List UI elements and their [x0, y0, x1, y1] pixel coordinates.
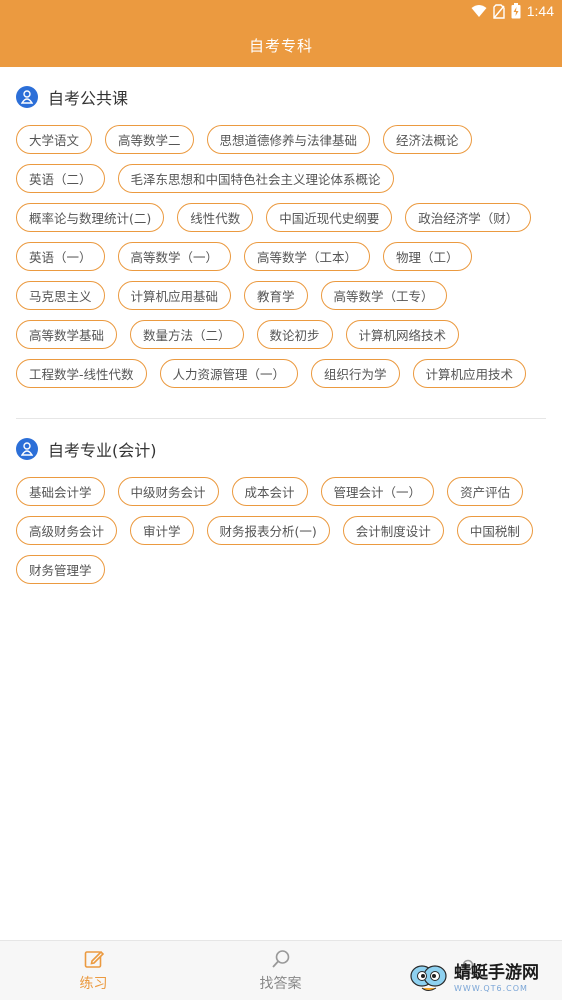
course-tag[interactable]: 概率论与数理统计(二)	[16, 203, 165, 232]
course-tag[interactable]: 英语（二）	[16, 164, 105, 193]
section-title: 自考专业(会计)	[48, 441, 157, 460]
nav-find-answer[interactable]: 找答案	[187, 941, 374, 1000]
course-tag[interactable]: 计算机应用基础	[117, 281, 232, 310]
course-tag[interactable]: 审计学	[130, 516, 194, 545]
section-title: 自考公共课	[48, 89, 129, 108]
course-tag[interactable]: 大学语文	[16, 125, 93, 154]
course-tag[interactable]: 高等数学二	[105, 125, 194, 154]
tag-list: 大学语文 高等数学二 思想道德修养与法律基础 经济法概论 英语（二） 毛泽东思想…	[16, 125, 546, 388]
course-tag[interactable]: 管理会计（一）	[320, 477, 435, 506]
course-tag[interactable]: 英语（一）	[16, 242, 105, 271]
course-tag[interactable]: 毛泽东思想和中国特色社会主义理论体系概论	[117, 164, 394, 193]
course-tag[interactable]: 计算机网络技术	[345, 320, 460, 349]
wifi-icon	[471, 5, 487, 17]
course-tag[interactable]: 会计制度设计	[342, 516, 444, 545]
course-tag[interactable]: 数量方法（二）	[130, 320, 244, 349]
course-tag[interactable]: 马克思主义	[16, 281, 105, 310]
status-time: 1:44	[526, 3, 554, 19]
course-tag[interactable]: 经济法概论	[383, 125, 472, 154]
watermark-url: WWW.QT6.COM	[454, 984, 528, 993]
course-tag[interactable]: 高等数学（一）	[117, 242, 232, 271]
course-tag[interactable]: 资产评估	[447, 477, 524, 506]
section-header: 自考专业(会计)	[16, 419, 546, 477]
course-tag[interactable]: 计算机应用技术	[412, 359, 527, 388]
course-tag[interactable]: 高等数学（工本）	[244, 242, 371, 271]
course-tag[interactable]: 组织行为学	[311, 359, 400, 388]
section-accounting-courses: 自考专业(会计) 基础会计学 中级财务会计 成本会计 管理会计（一） 资产评估 …	[0, 419, 562, 584]
course-tag[interactable]: 人力资源管理（一）	[159, 359, 299, 388]
edit-icon	[84, 950, 104, 968]
course-tag[interactable]: 物理（工）	[383, 242, 472, 271]
status-icons: 1:44	[471, 3, 554, 19]
course-tag[interactable]: 高级财务会计	[16, 516, 118, 545]
course-tag[interactable]: 数论初步	[256, 320, 333, 349]
section-header: 自考公共课	[16, 67, 546, 125]
battery-charging-icon	[511, 3, 521, 19]
app-bar: 自考专科	[0, 24, 562, 67]
course-tag[interactable]: 教育学	[244, 281, 308, 310]
search-icon	[271, 949, 289, 968]
person-icon	[16, 438, 38, 460]
nav-label: 找答案	[259, 975, 302, 992]
dragonfly-logo-icon	[410, 965, 447, 991]
status-bar: 1:44	[0, 0, 562, 24]
course-tag[interactable]: 基础会计学	[16, 477, 105, 506]
course-tag[interactable]: 中国税制	[456, 516, 533, 545]
course-content: 自考公共课 大学语文 高等数学二 思想道德修养与法律基础 经济法概论 英语（二）…	[0, 67, 562, 584]
course-tag[interactable]: 财务管理学	[16, 555, 105, 584]
watermark-text: 蜻蜓手游网 WWW.QT6.COM	[454, 965, 539, 993]
course-tag[interactable]: 线性代数	[177, 203, 254, 232]
course-tag[interactable]: 高等数学基础	[16, 320, 118, 349]
course-tag[interactable]: 政治经济学（财）	[405, 203, 532, 232]
watermark-title: 蜻蜓手游网	[454, 963, 539, 983]
no-sim-icon	[493, 3, 505, 19]
course-tag[interactable]: 成本会计	[231, 477, 308, 506]
course-tag[interactable]: 财务报表分析(一)	[206, 516, 330, 545]
nav-label: 练习	[79, 975, 108, 992]
nav-practice[interactable]: 练习	[0, 941, 187, 1000]
course-tag[interactable]: 中级财务会计	[117, 477, 219, 506]
course-tag[interactable]: 高等数学（工专）	[320, 281, 447, 310]
course-tag[interactable]: 工程数学-线性代数	[16, 359, 147, 388]
person-icon	[16, 86, 38, 108]
course-tag[interactable]: 中国近现代史纲要	[266, 203, 393, 232]
watermark: 蜻蜓手游网 WWW.QT6.COM	[408, 962, 556, 996]
course-tag[interactable]: 思想道德修养与法律基础	[206, 125, 371, 154]
page-title: 自考专科	[248, 37, 313, 55]
section-public-courses: 自考公共课 大学语文 高等数学二 思想道德修养与法律基础 经济法概论 英语（二）…	[0, 67, 562, 388]
tag-list: 基础会计学 中级财务会计 成本会计 管理会计（一） 资产评估 高级财务会计 审计…	[16, 477, 546, 584]
